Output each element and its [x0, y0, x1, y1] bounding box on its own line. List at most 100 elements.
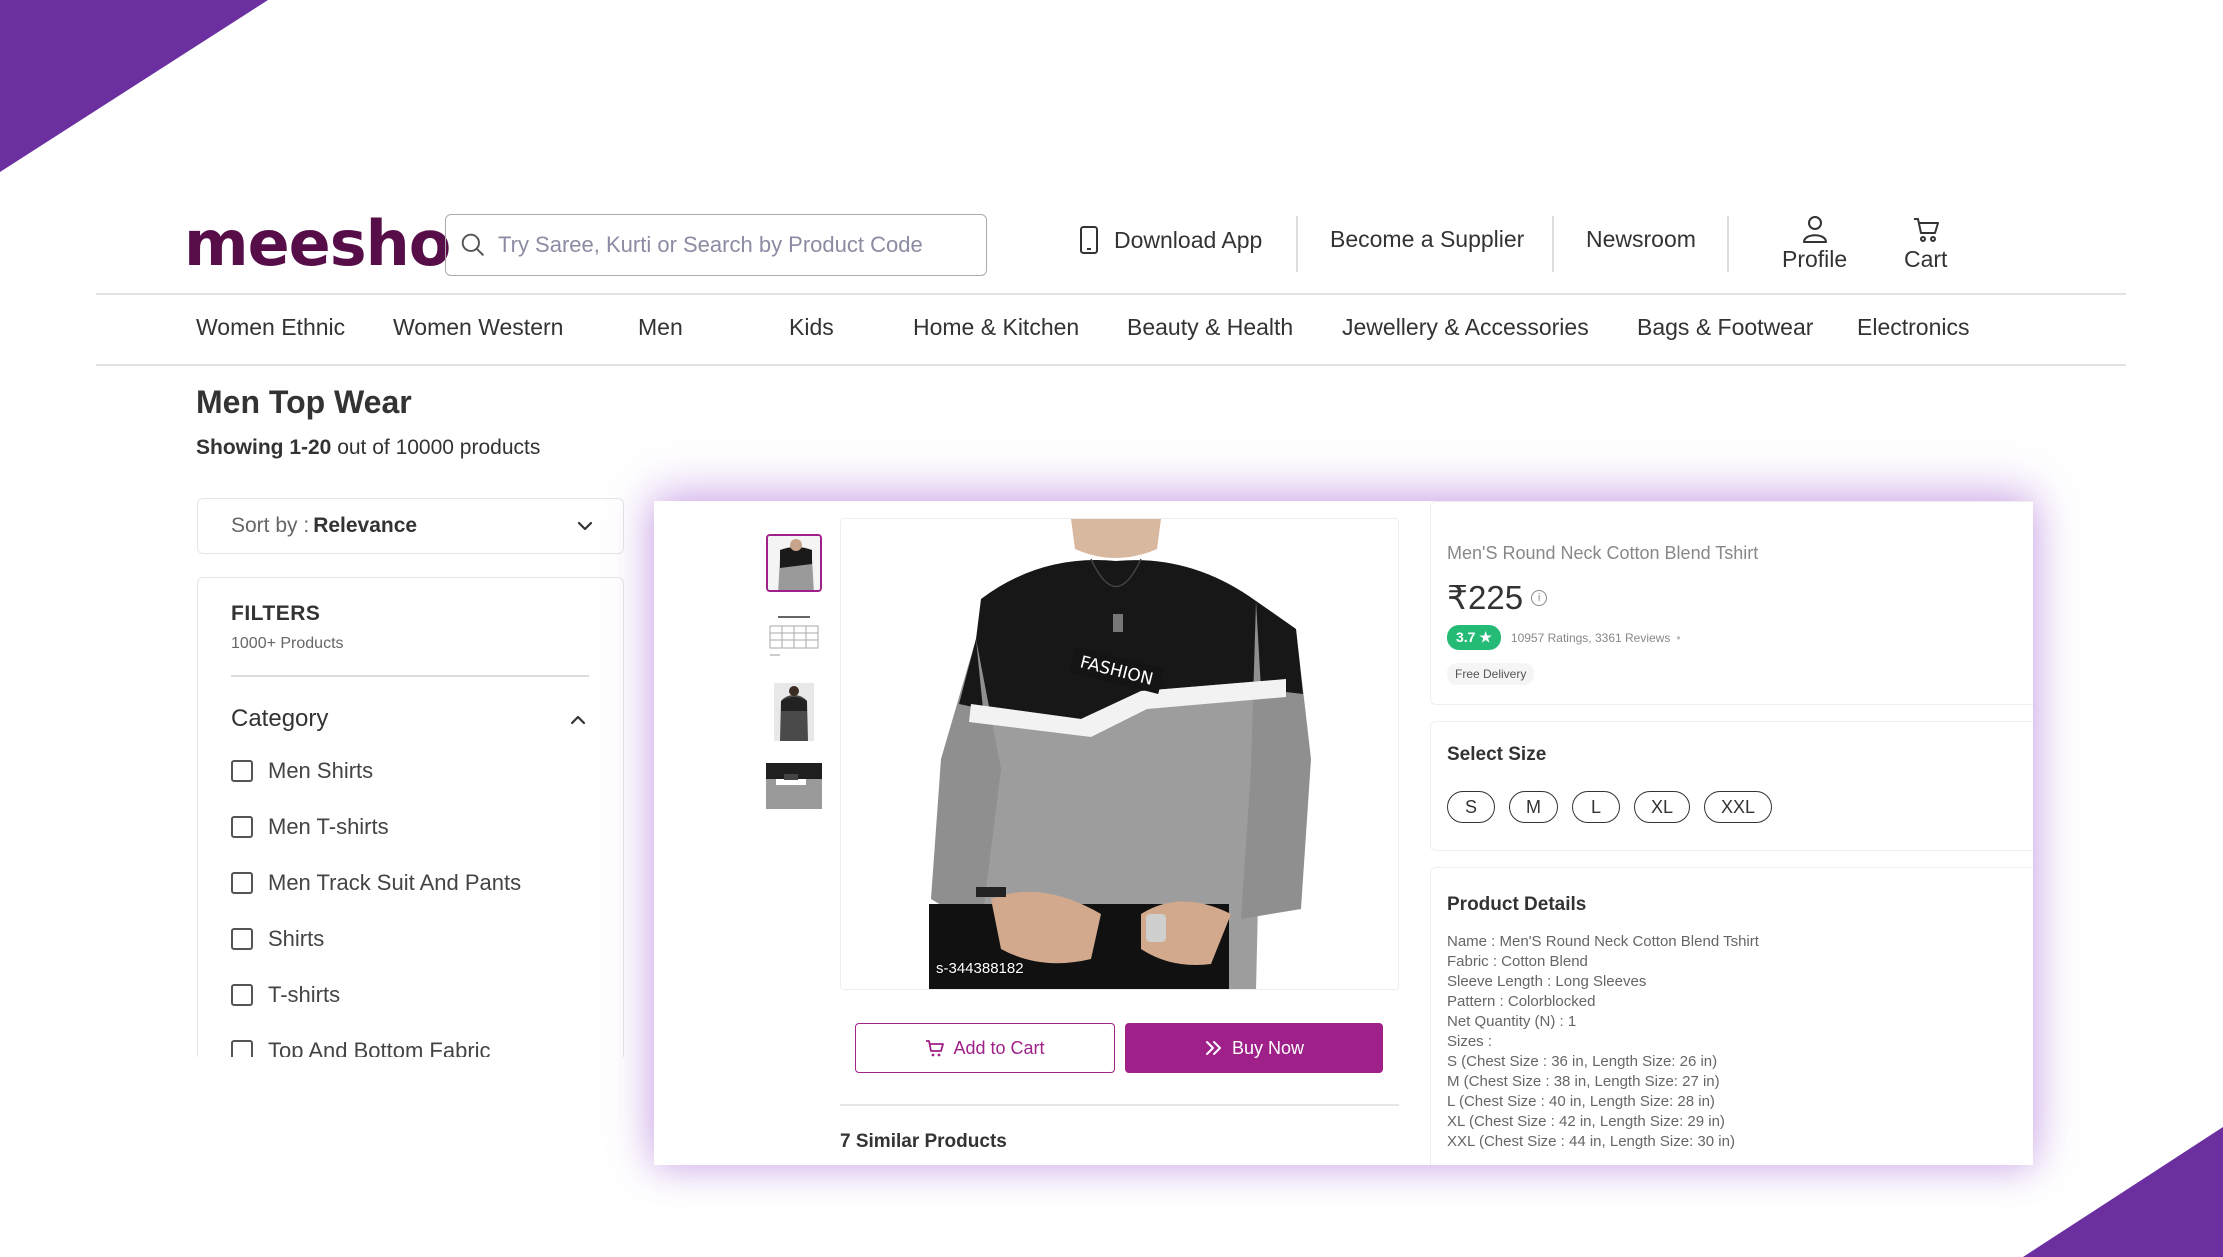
- sort-value: Relevance: [313, 514, 418, 537]
- results-range: Showing 1-20: [196, 436, 332, 459]
- search-input[interactable]: [498, 232, 978, 258]
- search-bar[interactable]: [445, 214, 987, 276]
- detail-line: M (Chest Size : 38 in, Length Size: 27 i…: [1447, 1073, 1720, 1090]
- header-divider-line: [96, 293, 2126, 295]
- become-supplier-link[interactable]: Become a Supplier: [1330, 226, 1524, 253]
- category-nav-divider: [96, 364, 2126, 366]
- detail-line: XXL (Chest Size : 44 in, Length Size: 30…: [1447, 1133, 1735, 1150]
- filter-option[interactable]: Shirts: [231, 926, 324, 952]
- price-value: ₹225: [1447, 579, 1524, 616]
- filters-title: FILTERS: [231, 602, 321, 625]
- add-to-cart-label: Add to Cart: [953, 1037, 1045, 1058]
- newsroom-link[interactable]: Newsroom: [1586, 226, 1696, 253]
- size-option-m[interactable]: M: [1509, 791, 1558, 823]
- product-detail-card: FASHION s-344388182 Add to Cart Buy Now: [654, 501, 2033, 1165]
- size-option-xl[interactable]: XL: [1634, 791, 1691, 823]
- similar-divider: [840, 1104, 1399, 1106]
- select-size-heading: Select Size: [1447, 744, 1547, 765]
- meesho-logo[interactable]: meesho: [184, 207, 451, 280]
- product-name: Men'S Round Neck Cotton Blend Tshirt: [1447, 543, 1759, 563]
- filter-option-label: Men Shirts: [268, 758, 374, 783]
- info-icon[interactable]: i: [1531, 589, 1548, 606]
- product-price: ₹225 i: [1447, 578, 1548, 617]
- rating-row: 3.7 ★ 10957 Ratings, 3361 Reviews •: [1447, 625, 1681, 650]
- thumbnail-tshirt-image: [768, 536, 820, 590]
- size-chart-thumbnail: [766, 608, 822, 666]
- cart-icon: [1913, 218, 1939, 242]
- checkbox[interactable]: [231, 760, 253, 782]
- header-divider: [1727, 216, 1729, 272]
- product-details-panel: Product Details Name : Men'S Round Neck …: [1430, 867, 2033, 1165]
- size-option-s[interactable]: S: [1447, 791, 1495, 823]
- free-delivery-badge: Free Delivery: [1447, 663, 1535, 685]
- thumbnail-back-view[interactable]: [766, 683, 822, 741]
- nav-beauty-health[interactable]: Beauty & Health: [1127, 314, 1293, 341]
- sort-dropdown[interactable]: Sort by : Relevance: [197, 498, 624, 554]
- nav-bags-footwear[interactable]: Bags & Footwear: [1637, 314, 1813, 341]
- profile-button[interactable]: Profile: [1782, 214, 1847, 273]
- detail-line: Sleeve Length : Long Sleeves: [1447, 973, 1647, 990]
- header-divider: [1296, 216, 1298, 272]
- add-to-cart-button[interactable]: Add to Cart: [855, 1023, 1115, 1073]
- filter-option[interactable]: Top And Bottom Fabric: [231, 1038, 491, 1057]
- nav-home-kitchen[interactable]: Home & Kitchen: [913, 314, 1079, 341]
- size-options: S M L XL XXL: [1447, 791, 1773, 823]
- thumbnail-back-image: [766, 683, 822, 741]
- size-option-l[interactable]: L: [1572, 791, 1620, 823]
- product-main-image[interactable]: FASHION s-344388182: [840, 518, 1399, 990]
- checkbox[interactable]: [231, 872, 253, 894]
- mobile-phone-icon: [1080, 226, 1098, 254]
- similar-products-heading[interactable]: 7 Similar Products: [840, 1131, 1007, 1153]
- checkbox[interactable]: [231, 816, 253, 838]
- filter-option-label: Men T-shirts: [268, 814, 389, 839]
- results-count: Showing 1-20 out of 10000 products: [196, 436, 540, 460]
- buy-now-label: Buy Now: [1231, 1037, 1305, 1058]
- nav-kids[interactable]: Kids: [789, 314, 834, 341]
- cart-button[interactable]: Cart: [1904, 214, 1947, 273]
- nav-men[interactable]: Men: [638, 314, 683, 341]
- filters-panel: FILTERS 1000+ Products Category Men Shir…: [197, 577, 624, 1057]
- detail-line: S (Chest Size : 36 in, Length Size: 26 i…: [1447, 1053, 1718, 1070]
- separator-dot: •: [1676, 630, 1681, 645]
- product-details-list: Name : Men'S Round Neck Cotton Blend Tsh…: [1447, 932, 1759, 1152]
- page-title: Men Top Wear: [196, 384, 412, 420]
- cart-icon: [926, 1040, 945, 1057]
- checkbox[interactable]: [231, 1040, 253, 1057]
- detail-line: Sizes :: [1447, 1033, 1493, 1050]
- checkbox[interactable]: [231, 928, 253, 950]
- filter-option[interactable]: Men Shirts: [231, 758, 373, 784]
- sort-label: Sort by :: [231, 514, 310, 537]
- filter-option-label: T-shirts: [268, 982, 341, 1007]
- filter-option-label: Shirts: [268, 926, 325, 951]
- filter-option[interactable]: T-shirts: [231, 982, 340, 1008]
- nav-women-western[interactable]: Women Western: [393, 314, 563, 341]
- nav-electronics[interactable]: Electronics: [1857, 314, 1969, 341]
- size-option-xxl[interactable]: XXL: [1704, 791, 1773, 823]
- thumbnail-main[interactable]: [766, 534, 822, 592]
- filter-option-label: Men Track Suit And Pants: [268, 870, 522, 895]
- detail-line: Name : Men'S Round Neck Cotton Blend Tsh…: [1447, 933, 1759, 950]
- thumbnail-detail-image: [766, 757, 822, 815]
- chevron-up-icon[interactable]: [568, 710, 588, 730]
- thumbnail-size-chart[interactable]: [766, 608, 822, 666]
- buy-now-button[interactable]: Buy Now: [1125, 1023, 1383, 1073]
- thumbnail-detail[interactable]: [766, 757, 822, 815]
- filter-option-label: Top And Bottom Fabric: [268, 1038, 491, 1057]
- rating-badge: 3.7 ★: [1447, 625, 1501, 650]
- category-filter-heading[interactable]: Category: [231, 705, 328, 733]
- checkbox[interactable]: [231, 984, 253, 1006]
- download-app-label: Download App: [1114, 226, 1263, 253]
- filter-option[interactable]: Men T-shirts: [231, 814, 389, 840]
- download-app-link[interactable]: Download App: [1078, 226, 1262, 254]
- detail-line: XL (Chest Size : 42 in, Length Size: 29 …: [1447, 1113, 1725, 1130]
- size-select-panel: Select Size S M L XL XXL: [1430, 721, 2033, 851]
- nav-jewellery-accessories[interactable]: Jewellery & Accessories: [1342, 314, 1589, 341]
- product-details-heading: Product Details: [1447, 894, 1587, 915]
- detail-line: Pattern : Colorblocked: [1447, 993, 1596, 1010]
- chevron-down-icon: [577, 521, 593, 531]
- nav-women-ethnic[interactable]: Women Ethnic: [196, 314, 345, 341]
- filter-option[interactable]: Men Track Suit And Pants: [231, 870, 521, 896]
- category-nav: Women Ethnic Women Western Men Kids Home…: [0, 314, 2223, 344]
- cart-label: Cart: [1904, 246, 1948, 272]
- filters-product-count: 1000+ Products: [231, 635, 344, 652]
